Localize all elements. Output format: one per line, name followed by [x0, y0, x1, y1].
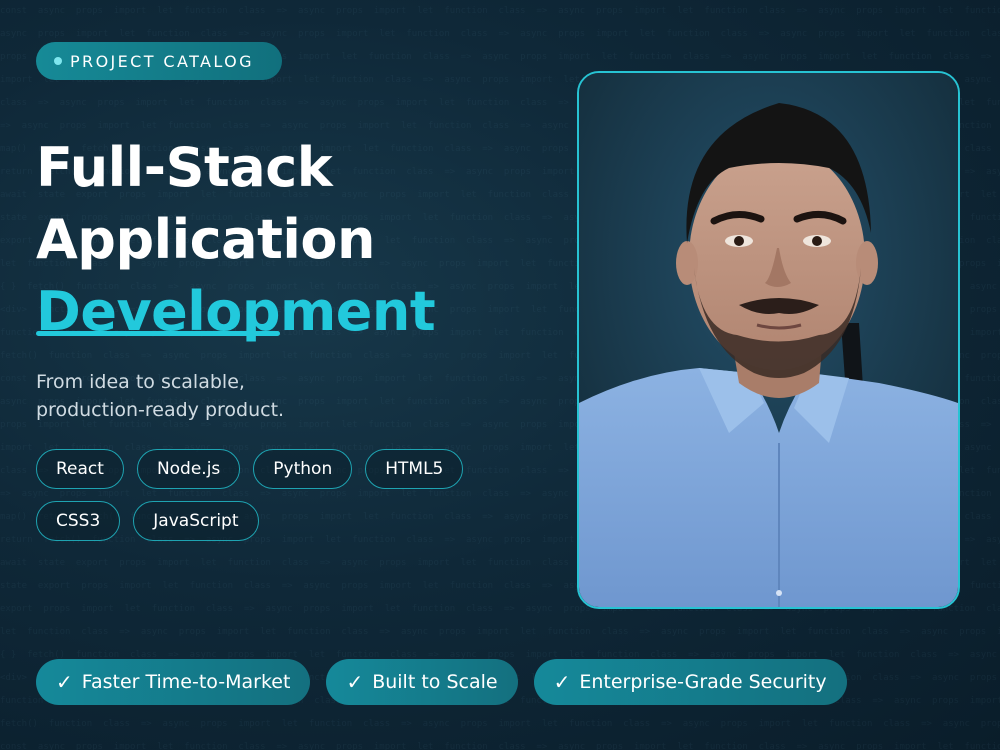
check-icon: ✓ [346, 670, 364, 694]
feature-pills: ✓ Faster Time-to-Market ✓ Built to Scale… [36, 659, 847, 705]
tag-nodejs: Node.js [136, 449, 241, 489]
project-catalog-badge: PROJECT CATALOG [36, 42, 282, 80]
feature-label: Built to Scale [372, 671, 498, 693]
tag-css3: CSS3 [36, 501, 121, 541]
title-line-accent: Development [36, 280, 436, 343]
title-underline [36, 331, 280, 336]
feature-enterprise-grade-security: ✓ Enterprise-Grade Security [533, 659, 847, 705]
tag-react: React [36, 449, 124, 489]
subtitle: From idea to scalable, production-ready … [36, 368, 284, 424]
feature-label: Faster Time-to-Market [81, 671, 291, 693]
tag-python: Python [253, 449, 353, 489]
feature-label: Enterprise-Grade Security [579, 671, 827, 693]
tech-tags: React Node.js Python HTML5 CSS3 JavaScri… [36, 449, 506, 541]
person-portrait [579, 73, 958, 607]
badge-label: PROJECT CATALOG [70, 51, 254, 71]
title-line-2: Application [36, 208, 375, 271]
feature-faster-time-to-market: ✓ Faster Time-to-Market [36, 659, 311, 705]
title-line-1: Full-Stack [36, 136, 333, 199]
profile-photo [577, 71, 960, 609]
page-title: Full-Stack Application Development [36, 132, 436, 348]
tag-html5: HTML5 [365, 449, 464, 489]
subtitle-line-2: production-ready product. [36, 399, 285, 421]
check-icon: ✓ [553, 670, 571, 694]
check-icon: ✓ [56, 670, 73, 694]
feature-built-to-scale: ✓ Built to Scale [326, 659, 518, 705]
tag-javascript: JavaScript [133, 501, 259, 541]
dot-icon [54, 57, 62, 65]
subtitle-line-1: From idea to scalable, [36, 371, 245, 393]
